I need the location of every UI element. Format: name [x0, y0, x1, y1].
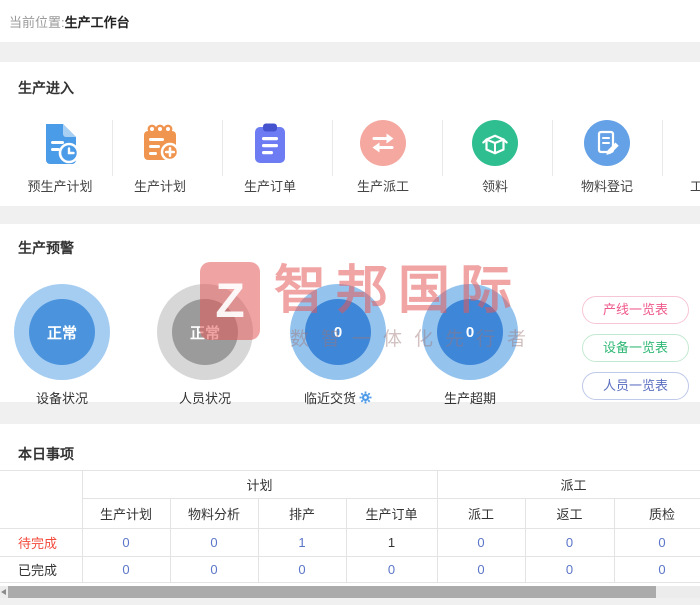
breadcrumb: 当前位置: 生产工作台: [0, 0, 700, 42]
entry-item-label: 物料登记: [557, 176, 657, 195]
entry-item-label: 工: [690, 176, 700, 195]
cell-value[interactable]: 0: [614, 557, 700, 583]
warning-section: 生产预警 正常 设备状况 正常 人员状况 0: [0, 224, 700, 402]
cell-value[interactable]: 0: [82, 529, 170, 557]
entry-item-material-register[interactable]: 物料登记: [557, 120, 657, 195]
entry-item-label: 生产订单: [220, 176, 320, 195]
col-header: 生产订单: [346, 499, 437, 529]
col-header: 派工: [437, 499, 525, 529]
cell-value[interactable]: 0: [170, 529, 258, 557]
cell-value[interactable]: 0: [437, 529, 525, 557]
entry-item-production-dispatch[interactable]: 生产派工: [333, 120, 433, 195]
cell-value[interactable]: 0: [525, 529, 614, 557]
col-header: 排产: [258, 499, 346, 529]
col-header: 返工: [525, 499, 614, 529]
cell-value[interactable]: 0: [346, 557, 437, 583]
entry-section: 生产进入 预生产计划: [0, 62, 700, 206]
breadcrumb-prefix: 当前位置:: [9, 12, 65, 31]
table-row-done: 已完成 0 0 0 0 0 0 0: [0, 557, 700, 583]
gauge-label: 临近交货: [304, 388, 356, 407]
table-row-pending: 待完成 0 0 1 1 0 0 0: [0, 529, 700, 557]
gauge-delivery-approaching[interactable]: 0 临近交货: [290, 284, 386, 407]
production-line-list-button[interactable]: 产线一览表: [582, 296, 689, 324]
entry-item-label: 生产计划: [110, 176, 210, 195]
personnel-list-button[interactable]: 人员一览表: [582, 372, 689, 400]
open-box-icon: [445, 120, 545, 168]
today-table: 计划 派工 生产计划 物料分析 排产 生产订单 派工 返工 质检 待完成 0 0…: [0, 470, 700, 583]
entry-section-title: 生产进入: [18, 78, 74, 98]
document-clock-icon: [10, 120, 110, 168]
partial-icon: [690, 120, 700, 168]
entry-item-material-request[interactable]: 领料: [445, 120, 545, 195]
cell-value[interactable]: 0: [258, 557, 346, 583]
cell-value[interactable]: 1: [346, 529, 437, 557]
gauge-value: 正常: [172, 299, 238, 365]
divider: [552, 120, 553, 176]
gauge-ring: 0: [290, 284, 386, 380]
entry-item-partial[interactable]: 工: [690, 120, 700, 195]
entry-item-label: 生产派工: [333, 176, 433, 195]
table-corner-cell: [0, 471, 82, 529]
col-header: 物料分析: [170, 499, 258, 529]
today-section-title: 本日事项: [18, 444, 74, 464]
row-label-done: 已完成: [0, 557, 82, 583]
cell-value[interactable]: 0: [525, 557, 614, 583]
gauge-ring: 正常: [14, 284, 110, 380]
row-label-pending: 待完成: [0, 529, 82, 557]
entry-item-pre-production-plan[interactable]: 预生产计划: [10, 120, 110, 195]
gauge-label: 人员状况: [179, 388, 231, 407]
gauge-value: 正常: [29, 299, 95, 365]
gauge-value: 0: [305, 299, 371, 365]
today-section: 本日事项 计划 派工 生产计划 物料分析 排产 生产订单 派工: [0, 424, 700, 598]
col-header: 质检: [614, 499, 700, 529]
gear-icon[interactable]: [359, 391, 372, 404]
divider: [662, 120, 663, 176]
notepad-plus-icon: [110, 120, 210, 168]
gauge-production-overdue[interactable]: 0 生产超期: [422, 284, 518, 407]
gauge-personnel-status[interactable]: 正常 人员状况: [157, 284, 253, 407]
transfer-arrows-icon: [333, 120, 433, 168]
entry-item-label: 领料: [445, 176, 545, 195]
gauge-label: 设备状况: [36, 388, 88, 407]
cell-value[interactable]: 0: [170, 557, 258, 583]
equipment-list-button[interactable]: 设备一览表: [582, 334, 689, 362]
gauge-label: 生产超期: [444, 388, 496, 407]
document-pen-icon: [557, 120, 657, 168]
entry-item-production-plan[interactable]: 生产计划: [110, 120, 210, 195]
cell-value[interactable]: 0: [82, 557, 170, 583]
horizontal-scrollbar: [0, 586, 700, 598]
divider: [442, 120, 443, 176]
gauge-equipment-status[interactable]: 正常 设备状况: [14, 284, 110, 407]
gauge-ring: 0: [422, 284, 518, 380]
entry-item-production-order[interactable]: 生产订单: [220, 120, 320, 195]
col-header: 生产计划: [82, 499, 170, 529]
gauge-ring: 正常: [157, 284, 253, 380]
entry-item-label: 预生产计划: [10, 176, 110, 195]
table-group-plan: 计划: [82, 471, 437, 499]
table-group-dispatch: 派工: [437, 471, 700, 499]
cell-value[interactable]: 1: [258, 529, 346, 557]
gauge-value: 0: [437, 299, 503, 365]
cell-value[interactable]: 0: [614, 529, 700, 557]
production-workbench-page: 当前位置: 生产工作台 生产进入 预生产计划: [0, 0, 700, 605]
cell-value[interactable]: 0: [437, 557, 525, 583]
clipboard-icon: [220, 120, 320, 168]
scrollbar-thumb[interactable]: [8, 586, 656, 598]
scroll-left-arrow-icon[interactable]: [1, 589, 6, 595]
breadcrumb-current: 生产工作台: [65, 12, 130, 31]
warning-section-title: 生产预警: [18, 238, 74, 258]
